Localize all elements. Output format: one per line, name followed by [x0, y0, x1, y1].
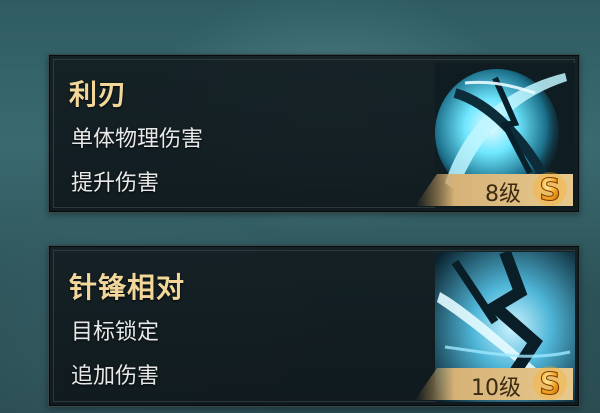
skill-title: 针锋相对	[69, 271, 186, 304]
level-label: 8级	[485, 182, 521, 207]
skill-card-1[interactable]: 利刃 单体物理伤害 提升伤害 8级 S	[48, 54, 580, 213]
svg-text:S: S	[539, 367, 561, 402]
level-badge: 8级 S	[415, 172, 573, 208]
skill-desc-line-1: 目标锁定	[71, 320, 160, 345]
skill-title: 利刃	[69, 78, 128, 111]
skill-desc-line-1: 单体物理伤害	[71, 127, 204, 152]
level-badge: 10级 S	[415, 366, 573, 402]
svg-text:S: S	[539, 173, 561, 208]
skill-desc-line-2: 提升伤害	[71, 171, 160, 196]
level-label: 10级	[471, 376, 521, 401]
gold-coin-icon: S	[533, 172, 567, 208]
skill-desc-line-2: 追加伤害	[71, 364, 160, 389]
gold-coin-icon: S	[533, 366, 567, 402]
skill-card-2[interactable]: 针锋相对 目标锁定 追加伤害 10级 S	[48, 245, 580, 407]
